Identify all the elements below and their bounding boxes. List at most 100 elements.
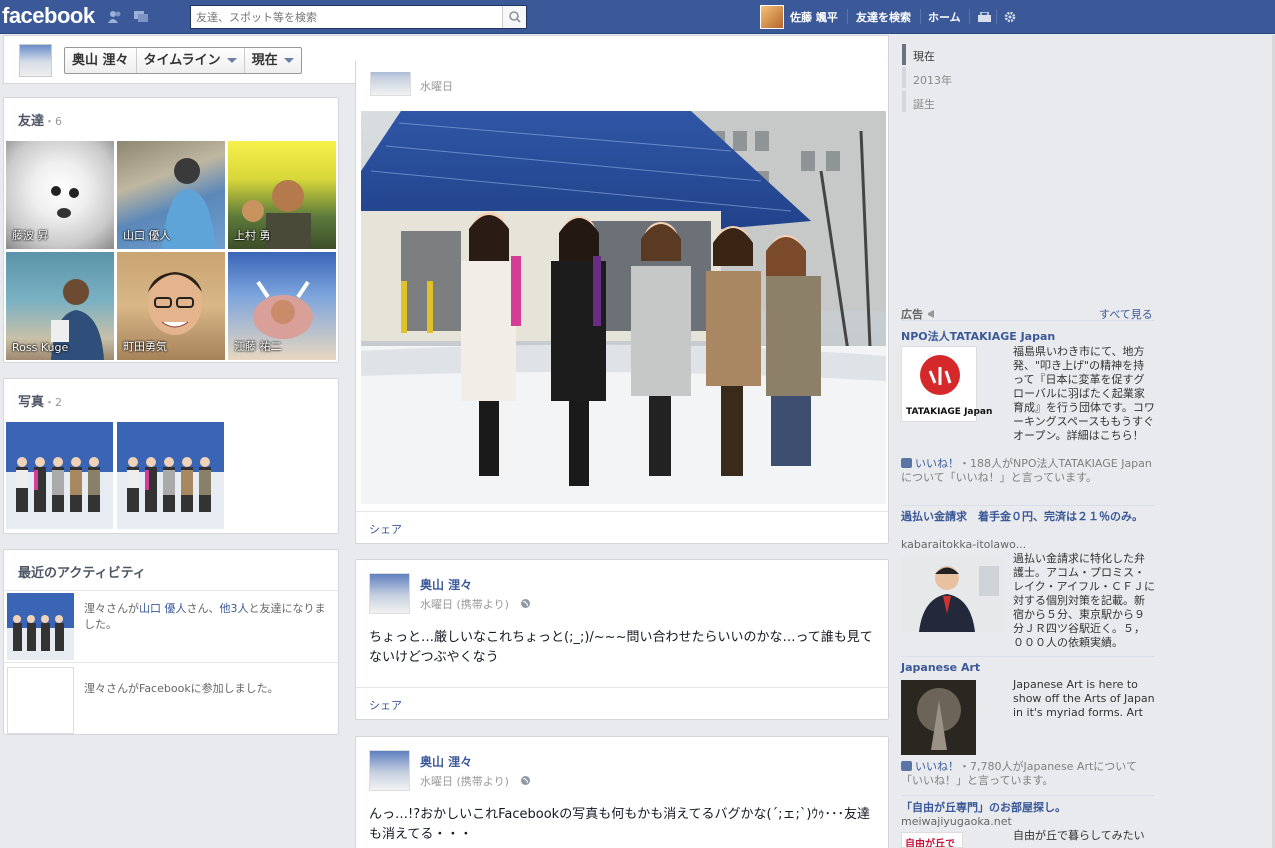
- post-text: ちょっと…厳しいなこれちょっと(;_;)/~~~問い合わせたらいいのかな…って誰…: [369, 630, 873, 665]
- ad-logo-text: 自由が丘で: [905, 839, 955, 848]
- scrubber-2013[interactable]: 2013年: [913, 72, 952, 88]
- post-timestamp[interactable]: 水曜日 (携帯より): [420, 773, 509, 789]
- friend-name: 江藤 祐二: [234, 340, 282, 353]
- privacy-shortcuts-icon[interactable]: [978, 12, 992, 22]
- friend-tile[interactable]: 藤波 昇: [6, 141, 114, 249]
- friend-tile[interactable]: 山口 優人: [117, 141, 225, 249]
- messages-icon[interactable]: [134, 10, 148, 23]
- photos-count: ・2: [44, 396, 63, 409]
- post-avatar-partial[interactable]: [370, 72, 411, 96]
- post-actions: シェア: [356, 687, 888, 719]
- ad-image-art[interactable]: [901, 680, 976, 755]
- ad-title-link[interactable]: 過払い金請求 着手金０円、完済は２１％のみ。: [901, 510, 1155, 524]
- photo-thumbnail[interactable]: [117, 422, 224, 529]
- photos-title[interactable]: 写真・2: [18, 391, 62, 410]
- divider: [901, 505, 1155, 506]
- top-navigation-bar: facebook 佐藤 颯平 友達を検索 ホーム: [0, 0, 1275, 34]
- post-time[interactable]: 水曜日: [420, 78, 453, 94]
- group-photo: [6, 422, 113, 529]
- like-thumb-icon: [901, 458, 912, 468]
- timeline-label: タイムライン: [143, 53, 221, 68]
- ad-like-link[interactable]: いいね！: [915, 457, 959, 470]
- scrubber-now[interactable]: 現在: [913, 48, 935, 64]
- ad-title-link[interactable]: 「自由が丘専門」のお部屋探し。: [901, 799, 1066, 815]
- divider: [4, 662, 338, 663]
- ad-image[interactable]: TATAKIAGE Japan: [901, 346, 992, 422]
- photo-thumbnail[interactable]: [6, 422, 113, 529]
- friend-name: 上村 勇: [234, 229, 271, 242]
- ad-body[interactable]: 過払い金請求に特化した弁護士。アコム・プロミス・レイク・アイフル・ＣＦＪに対する…: [1013, 552, 1155, 650]
- ad-image-lawyer[interactable]: [901, 556, 1002, 632]
- friend-tile[interactable]: Ross Kuge: [6, 252, 114, 360]
- group-photo: [117, 422, 224, 529]
- activity-others-link[interactable]: 他3人: [220, 602, 249, 615]
- scrubber-born[interactable]: 誕生: [913, 96, 935, 112]
- post-author-link[interactable]: 奥山 浬々: [420, 753, 472, 770]
- friends-box: 友達・6 藤波 昇 山口 優人 上村 勇 Ross Kuge 町田勇気 江藤 祐…: [3, 97, 339, 363]
- ad-domain: meiwajiyugaoka.net: [901, 815, 1012, 828]
- nav-divider: [996, 9, 997, 24]
- status-post-card: 奥山 浬々 水曜日 (携帯より) ちょっと…厳しいなこれちょっと(;_;)/~~…: [355, 559, 889, 720]
- ad-social-context: いいね！・7,780人がJapanese Artについて「いいね！」と言っていま…: [901, 760, 1155, 788]
- activity-title: 最近のアクティビティ: [18, 566, 146, 581]
- profile-link[interactable]: 佐藤 颯平: [790, 9, 838, 25]
- activity-thumbnail[interactable]: [7, 593, 74, 660]
- activity-text: さん、: [186, 602, 220, 615]
- ad-body[interactable]: 自由が丘で暮らしてみたい: [1013, 829, 1155, 843]
- find-friends-link[interactable]: 友達を検索: [856, 9, 911, 25]
- friend-name: Ross Kuge: [12, 341, 69, 354]
- activity-item-friends: 浬々さんが山口 優人さん、他3人と友達になりました。: [84, 601, 329, 633]
- ad-logo-text: TATAKIAGE Japan: [906, 407, 993, 417]
- nav-divider: [847, 9, 848, 24]
- activity-thumbnail-blank: [7, 667, 74, 734]
- user-avatar[interactable]: [760, 5, 784, 29]
- friends-count: ・6: [44, 115, 63, 128]
- friend-name: 藤波 昇: [12, 229, 49, 242]
- author-avatar[interactable]: [369, 573, 410, 614]
- photos-box: 写真・2: [3, 378, 339, 534]
- home-link[interactable]: ホーム: [928, 9, 961, 25]
- ad-like-link[interactable]: いいね！: [915, 760, 959, 773]
- settings-gear-icon[interactable]: [1004, 11, 1016, 23]
- search-box[interactable]: [190, 5, 527, 29]
- activity-friend-link[interactable]: 山口 優人: [139, 602, 187, 615]
- post-author-link[interactable]: 奥山 浬々: [420, 576, 472, 593]
- ad-image[interactable]: 自由が丘で: [901, 832, 963, 848]
- search-button[interactable]: [502, 6, 526, 28]
- ad-body[interactable]: 福島県いわき市にて、地方発、"叩き上げ"の精神を持って『日本に変革を促すグローバ…: [1013, 345, 1155, 443]
- share-link[interactable]: シェア: [369, 697, 402, 713]
- now-label: 現在: [251, 53, 278, 68]
- profile-thumbnail[interactable]: [19, 44, 52, 77]
- nav-divider: [969, 9, 970, 24]
- globe-icon[interactable]: [520, 598, 531, 609]
- ad-title-link[interactable]: NPO法人TATAKIAGE Japan: [901, 328, 1055, 344]
- post-text: んっ…!?おかしいこれFacebookの写真も何もかも消えてるバグかな(´;ェ;…: [369, 807, 870, 842]
- ad-body[interactable]: Japanese Art is here to show off the Art…: [1013, 678, 1155, 720]
- scrubber-marker: [902, 67, 906, 88]
- ad-domain: kabaraitokka-itolawo...: [901, 538, 1027, 551]
- friend-tile[interactable]: 江藤 祐二: [228, 252, 336, 360]
- photo-post-card: 水曜日 シェア: [355, 60, 889, 544]
- divider: [901, 795, 1155, 796]
- timeline-dropdown[interactable]: タイムライン: [137, 48, 245, 73]
- facebook-logo[interactable]: facebook: [2, 3, 95, 29]
- profile-name-button[interactable]: 奥山 浬々: [65, 48, 137, 73]
- group-photo-large[interactable]: [361, 111, 886, 504]
- now-dropdown[interactable]: 現在: [245, 48, 301, 73]
- globe-icon[interactable]: [520, 775, 531, 786]
- avatar: [370, 72, 411, 96]
- post-actions: シェア: [356, 511, 888, 543]
- search-input[interactable]: [191, 6, 496, 28]
- author-avatar[interactable]: [369, 750, 410, 791]
- share-link[interactable]: シェア: [369, 521, 402, 537]
- megaphone-icon[interactable]: [927, 309, 939, 319]
- ad-title-link[interactable]: Japanese Art: [901, 661, 980, 674]
- post-timestamp[interactable]: 水曜日 (携帯より): [420, 596, 509, 612]
- divider: [4, 590, 338, 591]
- divider: [901, 656, 1155, 657]
- friend-tile[interactable]: 町田勇気: [117, 252, 225, 360]
- friends-title[interactable]: 友達・6: [18, 110, 62, 129]
- divider: [901, 320, 1155, 321]
- friend-requests-icon[interactable]: [108, 10, 122, 23]
- friend-tile[interactable]: 上村 勇: [228, 141, 336, 249]
